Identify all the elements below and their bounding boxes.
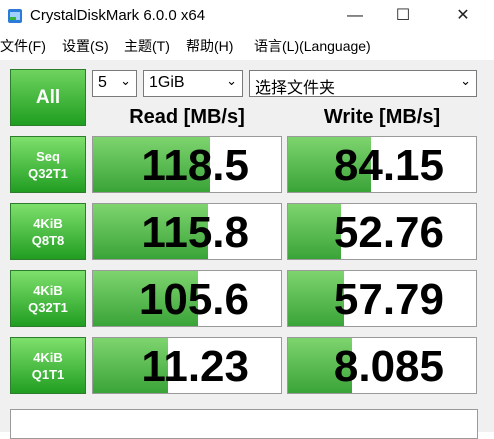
write-result-cell: 8.085 [287,337,477,394]
read-result-cell: 115.8 [92,203,282,260]
write-value: 8.085 [333,342,444,391]
chevron-down-icon: ⌄ [120,73,131,88]
write-result-cell: 57.79 [287,270,477,327]
count-value: 5 [98,74,107,91]
write-value: 57.79 [333,275,444,324]
test-label-line2: Q32T1 [28,165,68,181]
drive-select[interactable]: 选择文件夹 ⌄ [249,70,477,97]
comment-input[interactable] [10,409,478,439]
size-value: 1GiB [149,74,185,91]
test-label-line2: Q8T8 [31,232,65,248]
write-result-cell: 52.76 [287,203,477,260]
test-label-line1: 4KiB [33,215,63,231]
menu-bar: 文件(F) 设置(S) 主题(T) 帮助(H) 语言(L)(Language) [0,32,494,58]
chevron-down-icon: ⌄ [226,73,237,88]
menu-file[interactable]: 文件(F) [0,36,46,56]
read-value: 105.6 [138,275,249,324]
read-value: 11.23 [141,342,249,391]
minimize-button[interactable]: — [332,0,378,32]
menu-theme[interactable]: 主题(T) [124,36,170,56]
test-button-4kib-q8t8[interactable]: 4KiB Q8T8 [10,203,86,260]
test-label-line1: Seq [36,148,60,164]
test-label-line1: 4KiB [33,282,63,298]
drive-value: 选择文件夹 [255,80,336,97]
test-button-4kib-q32t1[interactable]: 4KiB Q32T1 [10,270,86,327]
read-result-cell: 105.6 [92,270,282,327]
test-label-line2: Q32T1 [28,299,68,315]
test-button-4kib-q1t1[interactable]: 4KiB Q1T1 [10,337,86,394]
write-value: 52.76 [333,208,444,257]
write-result-cell: 84.15 [287,136,477,193]
test-label-line1: 4KiB [33,349,63,365]
all-button[interactable]: All [10,69,86,126]
write-header: Write [MB/s] [323,106,441,128]
app-icon [8,9,22,23]
read-result-cell: 11.23 [92,337,282,394]
write-value: 84.15 [333,141,444,190]
close-button[interactable]: ✕ [440,0,486,32]
maximize-button[interactable]: ☐ [380,0,426,32]
size-select[interactable]: 1GiB ⌄ [143,70,243,97]
menu-language[interactable]: 语言(L)(Language) [254,36,371,56]
test-button-seq-q32t1[interactable]: Seq Q32T1 [10,136,86,193]
write-progress-bar [288,204,341,259]
window-title: CrystalDiskMark 6.0.0 x64 [30,7,206,24]
title-bar: CrystalDiskMark 6.0.0 x64 — ☐ ✕ [0,0,494,32]
chevron-down-icon: ⌄ [460,73,471,88]
menu-settings[interactable]: 设置(S) [62,36,109,56]
menu-help[interactable]: 帮助(H) [186,36,233,56]
read-value: 118.5 [141,141,249,190]
read-header: Read [MB/s] [129,106,245,128]
read-result-cell: 118.5 [92,136,282,193]
read-value: 115.8 [141,208,249,257]
test-label-line2: Q1T1 [31,366,65,382]
count-select[interactable]: 5 ⌄ [92,70,137,97]
